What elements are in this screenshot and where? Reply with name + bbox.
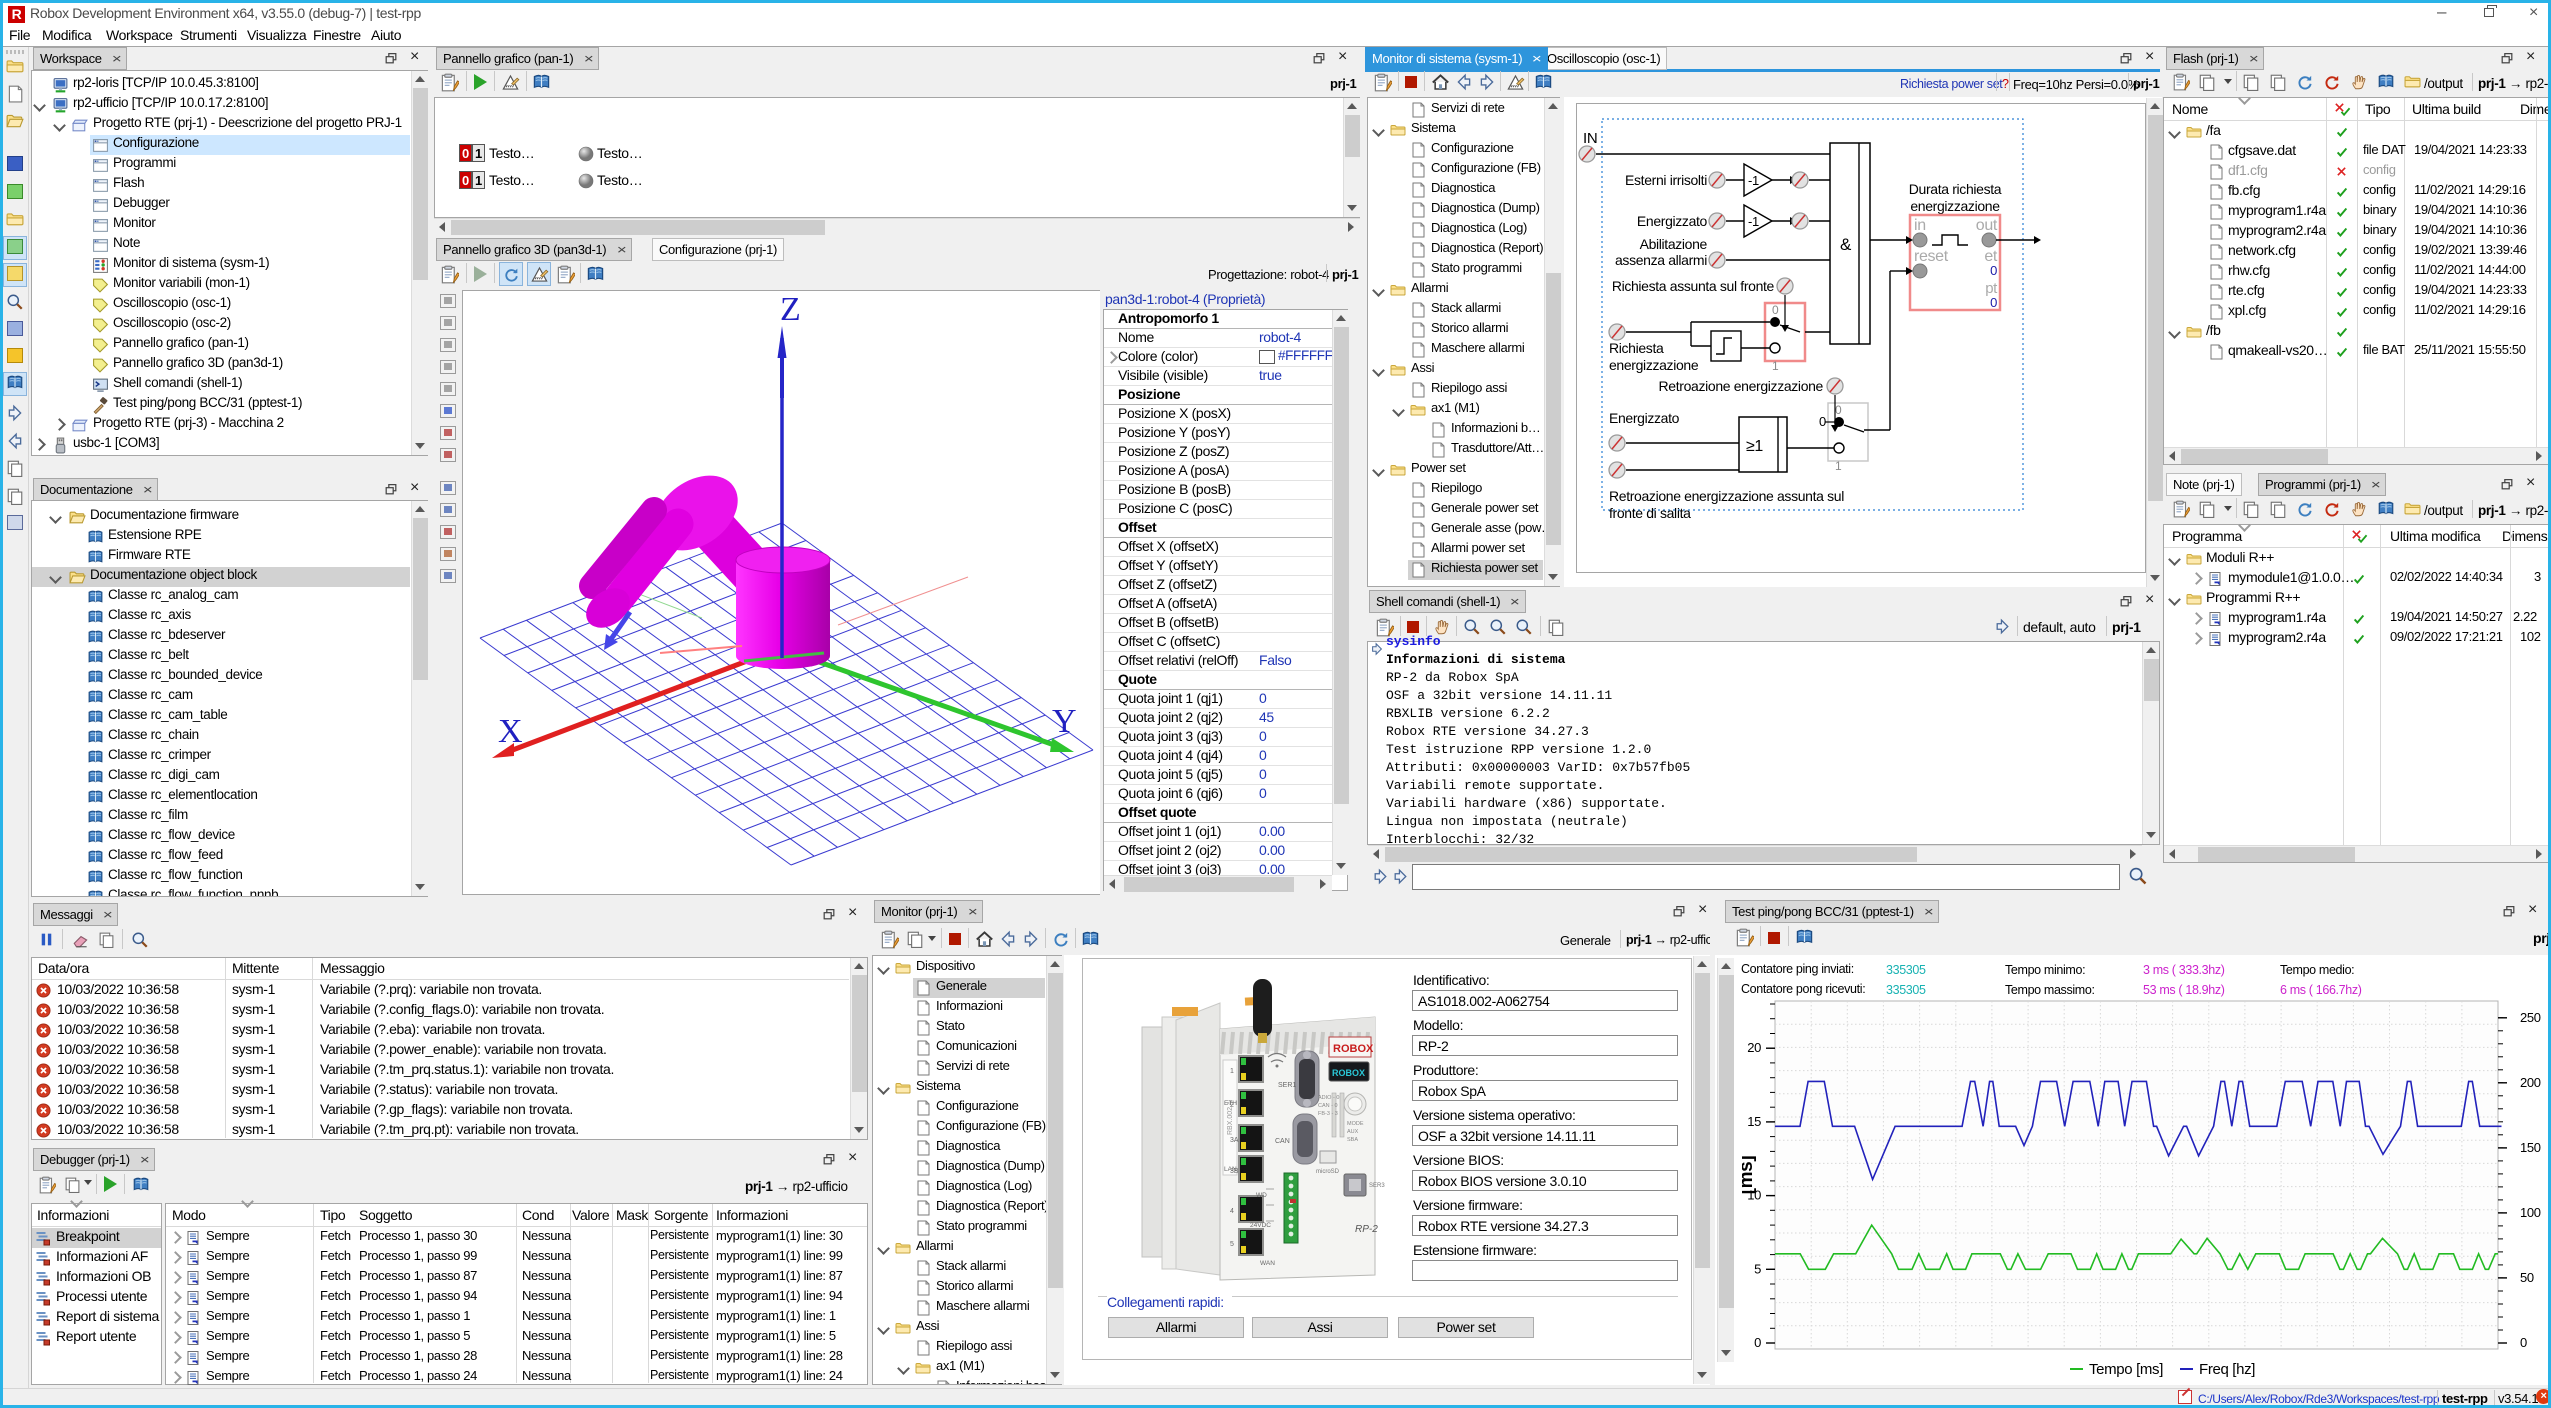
svg-text:Esterni irrisolti: Esterni irrisolti — [1625, 172, 1707, 188]
svg-text:out: out — [1976, 217, 1998, 234]
svg-text:4: 4 — [1230, 1208, 1234, 1215]
svg-text:0: 0 — [1754, 1335, 1761, 1350]
svg-text:Richiesta: Richiesta — [1609, 340, 1664, 356]
svg-text:microSD: microSD — [1316, 1169, 1340, 1175]
svg-text:ETH: ETH — [1224, 1100, 1237, 1107]
svg-text:[ms]: [ms] — [1742, 1156, 1757, 1195]
svg-text:250: 250 — [2520, 1010, 2541, 1025]
svg-text:Durata richiesta: Durata richiesta — [1909, 181, 2002, 197]
svg-text:reset: reset — [1914, 248, 1949, 265]
svg-text:0: 0 — [1990, 263, 1997, 278]
svg-text:energizzazione: energizzazione — [1910, 198, 2000, 214]
svg-text:0: 0 — [1835, 403, 1842, 417]
svg-text:ROBOX: ROBOX — [1332, 1068, 1365, 1078]
svg-text:LAN: LAN — [1224, 1166, 1237, 1173]
svg-text:Freq [hz]: Freq [hz] — [2199, 1361, 2255, 1378]
svg-text:20: 20 — [1747, 1040, 1761, 1055]
svg-text:Retroazione energizzazione ass: Retroazione energizzazione assunta sul — [1609, 488, 1844, 504]
svg-text:ROBOX: ROBOX — [1333, 1043, 1374, 1055]
svg-text:&: & — [1840, 235, 1852, 254]
svg-text:-1: -1 — [1748, 214, 1759, 229]
svg-text:SBA: SBA — [1347, 1137, 1358, 1143]
svg-text:Tempo [ms]: Tempo [ms] — [2089, 1361, 2163, 1378]
svg-text:RP-2: RP-2 — [1355, 1224, 1378, 1235]
svg-text:IN: IN — [1583, 130, 1597, 147]
svg-text:0: 0 — [2520, 1335, 2527, 1350]
svg-text:fronte di salita: fronte di salita — [1609, 505, 1691, 521]
svg-text:ADIO - 0: ADIO - 0 — [1318, 1095, 1339, 1101]
svg-text:150: 150 — [2520, 1140, 2541, 1155]
svg-text:Energizzato: Energizzato — [1609, 410, 1680, 426]
svg-text:-1: -1 — [1748, 173, 1759, 188]
svg-text:energizzazione: energizzazione — [1609, 357, 1699, 373]
svg-text:Z: Z — [780, 291, 800, 328]
svg-text:WD: WD — [1256, 1192, 1267, 1199]
svg-text:1: 1 — [1835, 459, 1842, 473]
svg-text:0: 0 — [1990, 295, 1997, 310]
svg-text:WAN: WAN — [1260, 1260, 1275, 1267]
svg-text:CAN: CAN — [1275, 1138, 1290, 1145]
svg-text:100: 100 — [2520, 1205, 2541, 1220]
svg-text:Richiesta assunta sul fronte: Richiesta assunta sul fronte — [1612, 278, 1775, 294]
svg-text:CAN - 0: CAN - 0 — [1318, 1103, 1338, 1109]
svg-text:15: 15 — [1747, 1114, 1761, 1129]
svg-text:AUX: AUX — [1347, 1129, 1359, 1135]
svg-text:5: 5 — [1230, 1241, 1234, 1248]
svg-text:Energizzato: Energizzato — [1637, 213, 1708, 229]
svg-text:3A: 3A — [1230, 1137, 1239, 1144]
svg-text:200: 200 — [2520, 1075, 2541, 1090]
svg-text:24VDC: 24VDC — [1250, 1222, 1271, 1229]
svg-text:0: 0 — [1772, 303, 1779, 317]
svg-text:MODE: MODE — [1347, 1121, 1364, 1127]
svg-text:SER1: SER1 — [1278, 1082, 1296, 1089]
svg-text:≥1: ≥1 — [1746, 438, 1763, 455]
svg-text:50: 50 — [2520, 1270, 2534, 1285]
svg-text:X: X — [498, 713, 522, 750]
svg-text:SER3: SER3 — [1369, 1183, 1385, 1189]
svg-text:Retroazione energizzazione: Retroazione energizzazione — [1659, 378, 1824, 394]
svg-text:assenza allarmi: assenza allarmi — [1615, 252, 1707, 268]
svg-text:5: 5 — [1754, 1261, 1761, 1276]
svg-text:Abilitazione: Abilitazione — [1640, 236, 1708, 252]
svg-text:1: 1 — [1230, 1068, 1234, 1075]
svg-text:FB-3 - 3: FB-3 - 3 — [1318, 1111, 1338, 1117]
svg-text:1: 1 — [1772, 359, 1779, 373]
svg-text:Y: Y — [1052, 703, 1076, 740]
svg-text:in: in — [1914, 217, 1926, 234]
svg-text:0: 0 — [1819, 414, 1826, 429]
